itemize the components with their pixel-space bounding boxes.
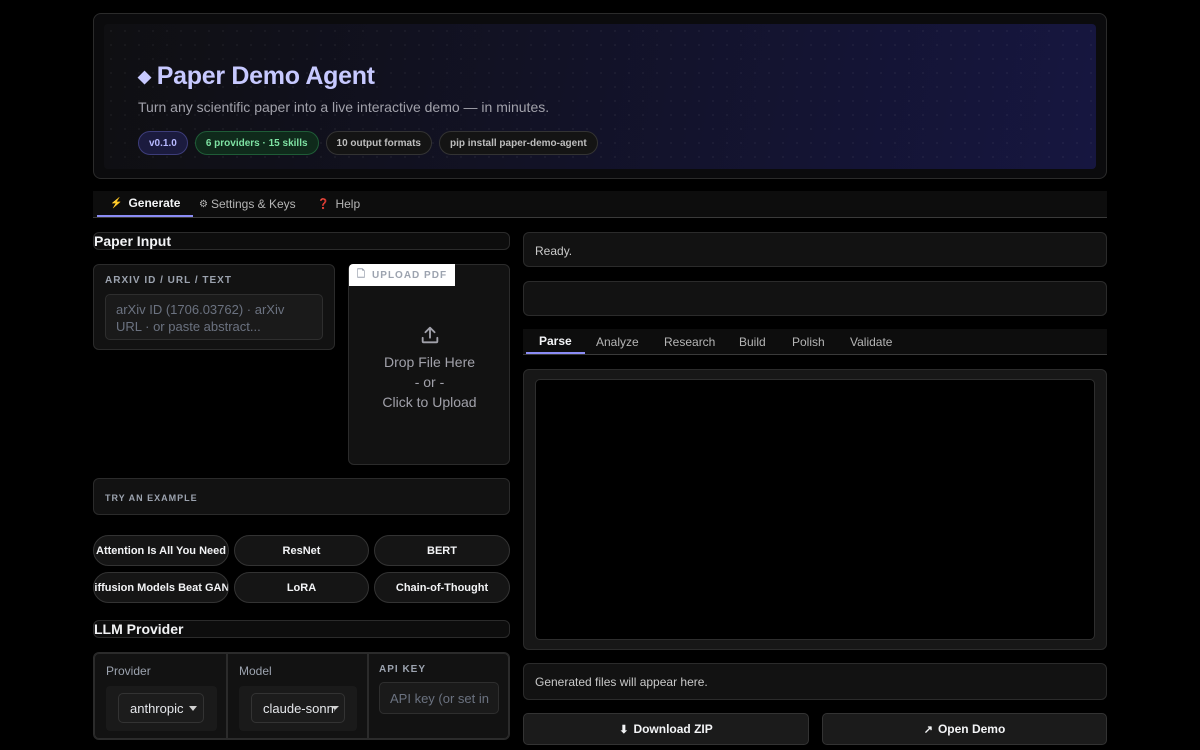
- example-attention-button[interactable]: Attention Is All You Need: [93, 535, 229, 566]
- tab-help[interactable]: ❓ Help: [317, 191, 360, 217]
- file-icon: 🗋: [357, 268, 367, 280]
- question-icon: ❓: [317, 198, 330, 210]
- example-lora-button[interactable]: LoRA: [234, 572, 369, 603]
- tab-analyze[interactable]: Analyze: [596, 329, 639, 354]
- tab-settings[interactable]: ⚙ Settings & Keys: [199, 191, 296, 217]
- open-demo-button[interactable]: ↗ Open Demo: [822, 713, 1107, 745]
- tab-generate[interactable]: ⚡ Generate: [97, 191, 194, 217]
- tab-parse[interactable]: Parse: [526, 329, 585, 354]
- examples-panel: TRY AN EXAMPLE: [93, 478, 510, 515]
- chevron-down-icon: [189, 706, 197, 711]
- model-select[interactable]: claude-sonnet: [251, 693, 345, 723]
- progress-panel: [523, 281, 1107, 316]
- drop-text-1: Drop File Here: [383, 354, 476, 370]
- version-badge: v0.1.0: [138, 131, 188, 155]
- tab-build[interactable]: Build: [739, 329, 766, 354]
- example-bert-button[interactable]: BERT: [374, 535, 510, 566]
- external-link-icon: ↗: [923, 723, 933, 736]
- install-badge: pip install paper-demo-agent: [438, 131, 598, 155]
- formats-badge: 10 output formats: [325, 131, 432, 155]
- chevron-down-icon: [331, 706, 339, 710]
- example-cot-button[interactable]: Chain-of-Thought: [374, 572, 510, 603]
- tab-research[interactable]: Research: [664, 329, 715, 354]
- download-zip-button[interactable]: ⬇ Download ZIP: [523, 713, 809, 745]
- files-text: Generated files will appear here.: [535, 675, 708, 689]
- drop-text-3: Click to Upload: [382, 394, 477, 410]
- text-input-label: ARXIV ID / URL / TEXT: [105, 275, 232, 286]
- llm-heading: LLM Provider: [94, 621, 184, 637]
- diamond-icon: ◆: [138, 67, 151, 86]
- drop-zone[interactable]: Drop File Here - or - Click to Upload: [349, 324, 510, 412]
- app-subtitle: Turn any scientific paper into a live in…: [138, 99, 550, 115]
- tab-validate[interactable]: Validate: [850, 329, 892, 354]
- provider-label: Provider: [106, 664, 151, 678]
- example-diffusion-button[interactable]: Diffusion Models Beat GANs: [93, 572, 229, 603]
- lightning-icon: ⚡: [110, 197, 123, 209]
- model-label: Model: [239, 664, 272, 678]
- hero-banner: ◆ Paper Demo Agent Turn any scientific pa…: [104, 24, 1096, 169]
- upload-pdf-tab: 🗋 UPLOAD PDF: [349, 264, 456, 286]
- app-title: ◆ Paper Demo Agent: [138, 62, 375, 90]
- status-panel: Ready.: [523, 232, 1107, 267]
- pipeline-tabbar: Parse Analyze Research Build Polish Vali…: [523, 329, 1107, 355]
- paper-input-heading: Paper Input: [94, 233, 172, 249]
- badge-row: v0.1.0 6 providers · 15 skills 10 output…: [138, 131, 598, 155]
- gear-icon: ⚙: [199, 198, 208, 210]
- paper-text-input[interactable]: arXiv ID (1706.03762) · arXiv URL · or p…: [105, 294, 323, 340]
- providers-badge: 6 providers · 15 skills: [194, 131, 319, 155]
- header-card: ◆ Paper Demo Agent Turn any scientific pa…: [93, 13, 1107, 179]
- tab-polish[interactable]: Polish: [792, 329, 825, 354]
- api-key-label: API KEY: [379, 664, 427, 675]
- pipeline-output-panel: [523, 369, 1107, 650]
- example-resnet-button[interactable]: ResNet: [234, 535, 369, 566]
- download-icon: ⬇: [619, 723, 629, 736]
- examples-label: TRY AN EXAMPLE: [105, 493, 198, 503]
- status-text: Ready.: [535, 244, 573, 258]
- upload-icon: [421, 326, 438, 344]
- main-tabbar: ⚡ Generate ⚙ Settings & Keys ❓ Help: [93, 191, 1107, 218]
- api-key-input[interactable]: API key (or set in: [379, 682, 499, 714]
- files-panel: Generated files will appear here.: [523, 663, 1107, 700]
- drop-text-2: - or -: [414, 374, 445, 390]
- provider-select[interactable]: anthropic: [118, 693, 204, 723]
- pipeline-log[interactable]: [535, 379, 1095, 640]
